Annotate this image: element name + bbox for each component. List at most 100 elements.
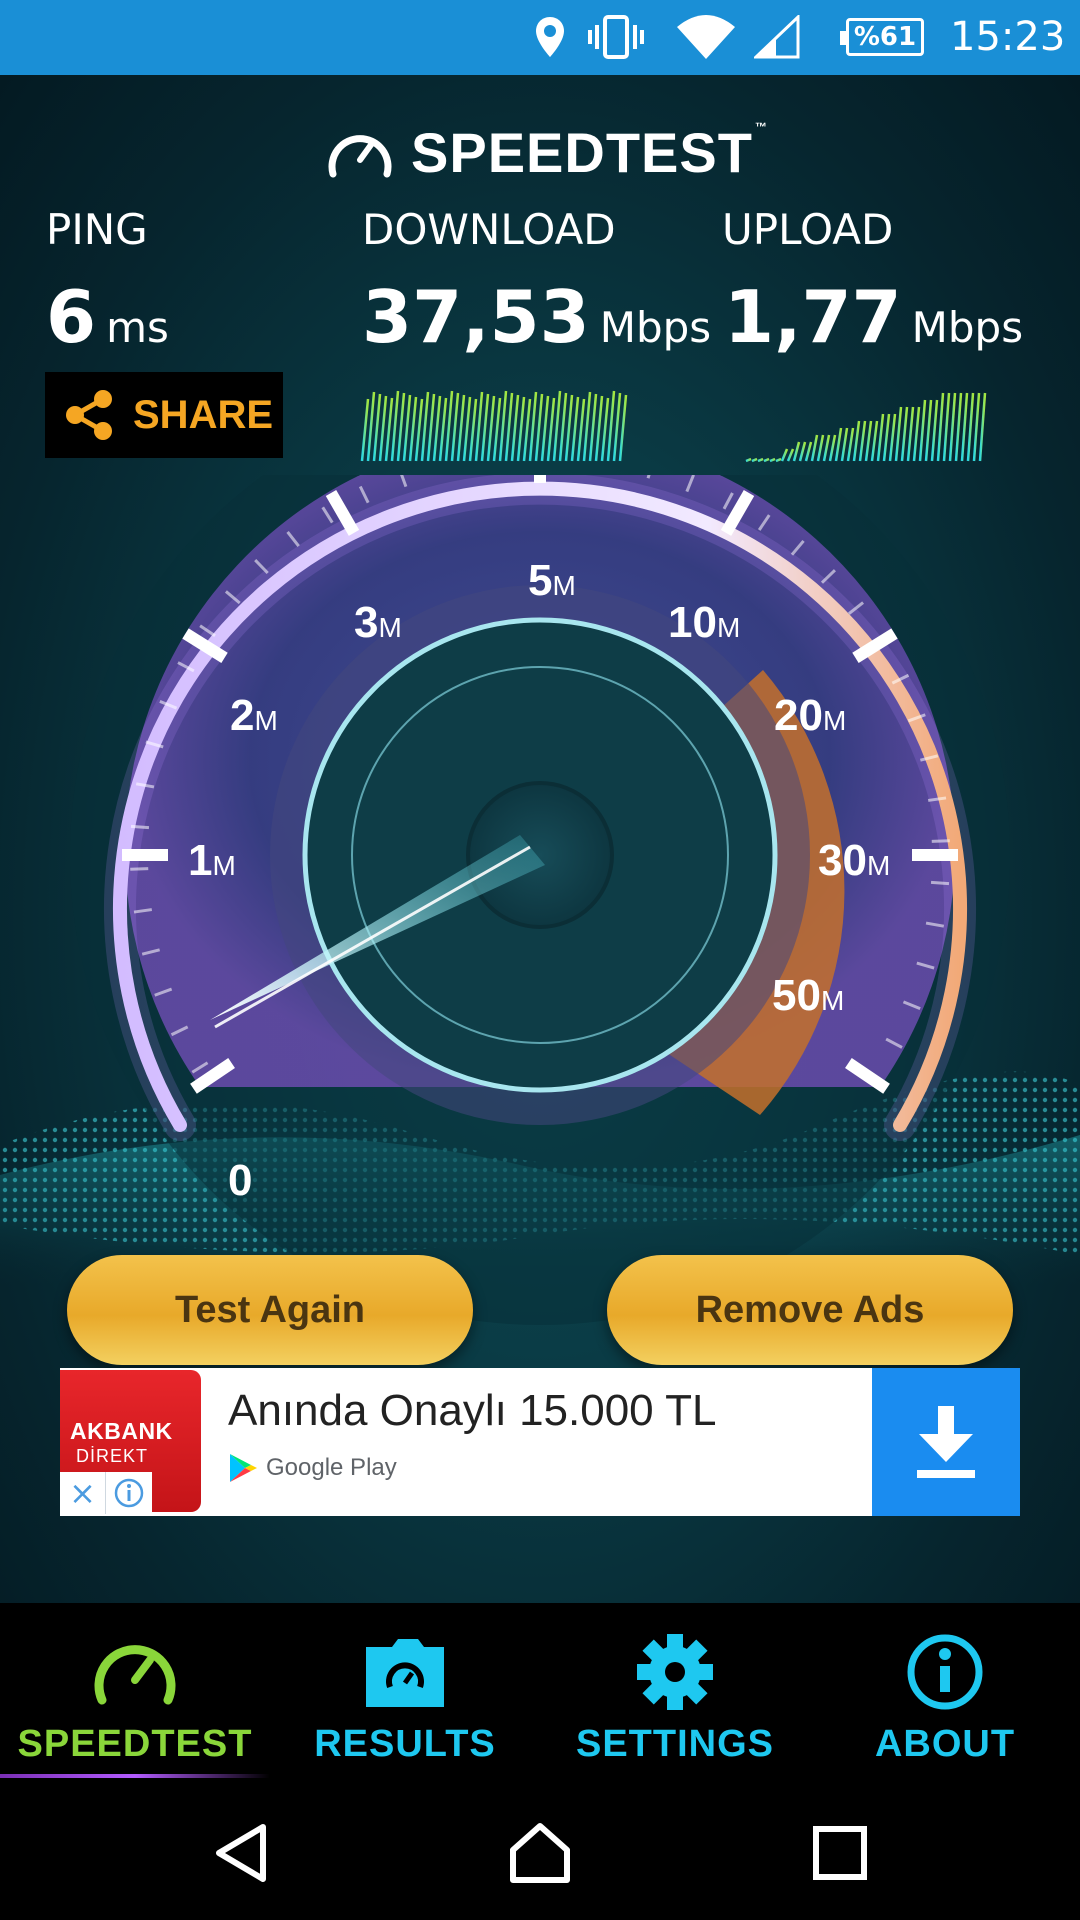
download-graph-bar (384, 397, 394, 462)
app-title: SPEEDTEST ™ (411, 119, 768, 184)
upload-graph-bar (942, 392, 951, 462)
battery-level: %61 (853, 22, 917, 52)
upload-graph-bar (882, 413, 891, 462)
download-graph-bar (456, 394, 466, 462)
test-again-button[interactable]: Test Again (67, 1255, 473, 1365)
download-graph-bar (426, 393, 436, 462)
google-play-badge: Google Play (228, 1452, 397, 1484)
upload-graph-bar (822, 434, 831, 462)
download-graph-bar (516, 396, 526, 462)
upload-graph-bar (834, 427, 843, 462)
tab-settings[interactable]: SETTINGS (540, 1603, 810, 1778)
gauge-logo-icon (328, 135, 392, 178)
download-graph-bar (462, 396, 472, 462)
results-folder-icon (362, 1631, 448, 1713)
download-graph-bar (546, 397, 556, 462)
download-icon (917, 1406, 975, 1478)
upload-value: 1,77 Mbps (724, 275, 1024, 359)
tab-about[interactable]: ABOUT (810, 1603, 1080, 1778)
back-icon[interactable] (196, 1808, 286, 1898)
test-again-label: Test Again (174, 1288, 366, 1331)
download-graph (360, 390, 628, 462)
ping-unit: ms (106, 303, 169, 352)
upload-graph-bar (930, 399, 939, 462)
recents-icon[interactable] (795, 1808, 885, 1898)
upload-graph-bar (972, 392, 981, 462)
upload-unit: Mbps (911, 303, 1024, 352)
download-graph-bar (504, 392, 514, 462)
download-graph-bar (594, 395, 604, 462)
ad-info-icon[interactable] (106, 1472, 152, 1514)
upload-graph (745, 392, 987, 463)
upload-graph-bar (864, 420, 873, 462)
share-label: SHARE (133, 392, 274, 437)
gauge-minor-tick (130, 824, 150, 830)
download-graph-bar (402, 394, 412, 462)
tab-results[interactable]: RESULTS (270, 1603, 540, 1778)
upload-graph-bar (870, 420, 879, 462)
system-nav-bar (0, 1778, 1080, 1920)
upload-graph-bar (763, 457, 770, 463)
download-graph-bar (588, 393, 598, 462)
ad-banner[interactable]: AKBANK DİREKT × Anında Onaylı 15.000 TL … (60, 1368, 1020, 1516)
download-graph-bar (564, 394, 574, 462)
download-graph-bar (612, 392, 622, 462)
upload-graph-bar (745, 457, 752, 463)
remove-ads-button[interactable]: Remove Ads (607, 1255, 1013, 1365)
upload-graph-bar (876, 413, 885, 462)
gauge-minor-tick (931, 839, 950, 843)
remove-ads-label: Remove Ads (695, 1288, 925, 1331)
ping-value: 6 ms (46, 275, 169, 359)
upload-graph-bar (966, 392, 975, 462)
gear-icon (635, 1631, 715, 1713)
share-button[interactable]: SHARE (45, 372, 283, 458)
upload-graph-bar (780, 448, 789, 462)
download-value: 37,53 Mbps (362, 275, 712, 359)
gauge-minor-tick (130, 867, 149, 871)
upload-graph-bar (828, 434, 837, 462)
tab-speedtest[interactable]: SPEEDTEST (0, 1603, 270, 1778)
download-label: DOWNLOAD (362, 205, 616, 254)
upload-graph-bar (804, 441, 813, 462)
upload-graph-bar (948, 392, 957, 462)
speedometer-icon (92, 1631, 178, 1713)
speedtest-logo: SPEEDTEST ™ (325, 117, 768, 187)
upload-graph-bar (840, 427, 849, 462)
download-graph-bar (480, 393, 490, 462)
info-icon (905, 1631, 985, 1713)
download-graph-bar (510, 394, 520, 462)
upload-graph-bar (792, 441, 801, 462)
download-graph-bar (540, 395, 550, 462)
upload-graph-bar (816, 434, 825, 462)
home-icon[interactable] (495, 1808, 585, 1898)
ad-download-button[interactable] (872, 1368, 1020, 1516)
upload-graph-bar (751, 457, 758, 463)
upload-graph-bar (918, 399, 927, 462)
download-graph-bar (468, 398, 478, 462)
google-play-label: Google Play (266, 1454, 397, 1481)
download-graph-bar (396, 392, 406, 462)
upload-label: UPLOAD (722, 205, 894, 254)
upload-graph-bar (775, 457, 782, 463)
tab-speedtest-label: SPEEDTEST (17, 1723, 253, 1765)
upload-graph-bar (894, 406, 903, 462)
google-play-icon (230, 1454, 257, 1482)
clock: 15:23 (950, 14, 1066, 60)
upload-graph-bar (757, 457, 764, 463)
cell-signal-icon (752, 12, 802, 62)
download-graph-bar (360, 398, 370, 462)
upload-graph-bar (810, 434, 819, 462)
tab-results-label: RESULTS (314, 1723, 496, 1765)
upload-graph-bar (936, 392, 945, 462)
download-unit: Mbps (599, 303, 712, 352)
download-graph-bar (576, 398, 586, 462)
wifi-icon (674, 12, 738, 62)
download-graph-bar (618, 394, 628, 462)
upload-graph-bar (852, 420, 861, 462)
upload-graph-bar (924, 399, 933, 462)
upload-graph-bar (888, 413, 897, 462)
download-graph-bar (438, 397, 448, 462)
ping-label: PING (46, 205, 148, 254)
upload-graph-bar (954, 392, 963, 462)
ad-close-icon[interactable]: × (60, 1472, 106, 1514)
